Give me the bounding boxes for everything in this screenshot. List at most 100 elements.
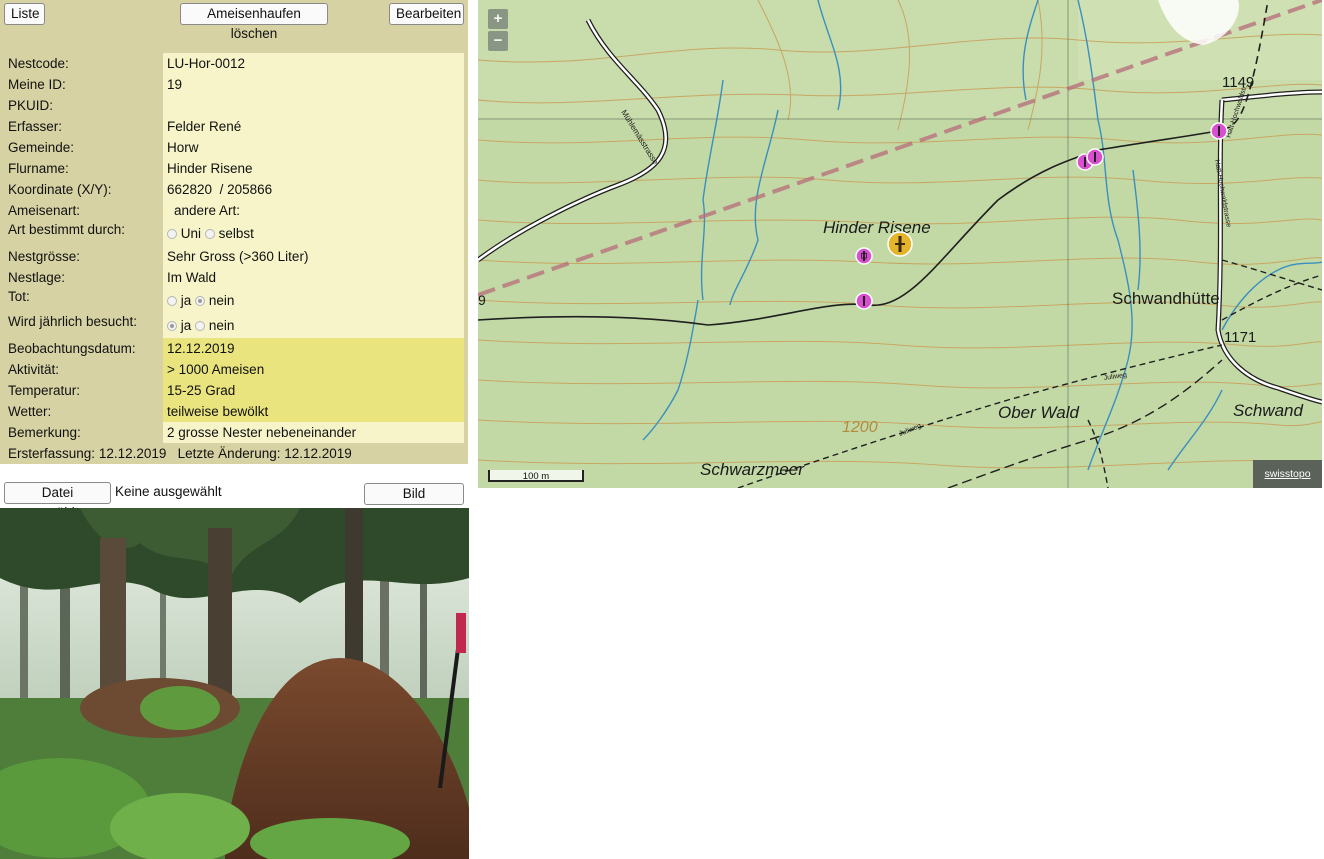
map-scale-bar: 100 m xyxy=(488,470,584,482)
dead-options: ja nein xyxy=(163,288,464,313)
row-my-id: Meine ID: 19 xyxy=(4,74,464,95)
radio-dead-nein-label: nein xyxy=(208,293,235,308)
dead-label: Tot: xyxy=(4,288,163,313)
label-ober-wald: Ober Wald xyxy=(998,403,1079,422)
radio-dead-ja[interactable] xyxy=(167,296,177,306)
species-label: Ameisenart: xyxy=(4,200,163,221)
visited-yearly-label: Wird jährlich besucht: xyxy=(4,313,163,338)
zoom-out-button[interactable]: − xyxy=(488,31,508,51)
determined-by-label: Art bestimmt durch: xyxy=(4,221,163,246)
row-coordinates: Koordinate (X/Y): 662820 / 205866 xyxy=(4,179,464,200)
radio-selbst[interactable] xyxy=(204,229,215,239)
field-name-label: Flurname: xyxy=(4,158,163,179)
swisstopo-attribution-link[interactable]: swisstopo xyxy=(1253,460,1322,488)
radio-visited-nein-label: nein xyxy=(208,318,235,333)
coordinates-value: 662820 / 205866 xyxy=(163,179,464,200)
row-visited-yearly: Wird jährlich besucht: ja nein xyxy=(4,313,464,338)
choose-file-button[interactable]: Datei auswählen xyxy=(4,482,111,520)
radio-selbst-label: selbst xyxy=(218,226,254,241)
remark-value: 2 grosse Nester nebeneinander xyxy=(163,422,464,443)
row-nestcode: Nestcode: LU-Hor-0012 xyxy=(4,53,464,74)
activity-label: Aktivität: xyxy=(4,359,163,380)
nest-detail-table: Nestcode: LU-Hor-0012 Meine ID: 19 PKUID… xyxy=(4,53,464,464)
delete-anthill-button[interactable]: Ameisenhaufen löschen xyxy=(180,3,328,41)
observation-date-value: 12.12.2019 xyxy=(163,338,464,359)
nest-location-label: Nestlage: xyxy=(4,267,163,288)
weather-value: teilweise bewölkt xyxy=(163,401,464,422)
topographic-map[interactable]: Hinder Risene Schwandhütte Ober Wald Sch… xyxy=(478,0,1322,488)
row-remark: Bemerkung: 2 grosse Nester nebeneinander xyxy=(4,422,464,443)
add-image-button[interactable]: Bild hinzufügen xyxy=(364,483,464,521)
radio-uni[interactable] xyxy=(167,229,177,239)
pkuid-label: PKUID: xyxy=(4,95,163,116)
nest-size-label: Nestgrösse: xyxy=(4,246,163,267)
map-marker-anthill[interactable] xyxy=(1210,122,1228,140)
species-text: andere Art: xyxy=(174,203,241,218)
label-elevation-1149: 1149 xyxy=(1222,74,1254,91)
radio-uni-label: Uni xyxy=(180,226,202,241)
label-edge-digit: 9 xyxy=(478,292,486,308)
row-recorder: Erfasser: Felder René xyxy=(4,116,464,137)
row-temperature: Temperatur: 15-25 Grad xyxy=(4,380,464,401)
label-schwarzmeer: Schwarzmeer xyxy=(700,460,805,479)
map-marker-anthill[interactable] xyxy=(1086,148,1104,166)
map-marker-anthill[interactable]: 🜷 xyxy=(855,247,873,265)
nestcode-label: Nestcode: xyxy=(4,53,163,74)
species-value: andere Art: xyxy=(163,200,464,221)
pkuid-value xyxy=(163,95,464,116)
recorder-label: Erfasser: xyxy=(4,116,163,137)
recorder-value: Felder René xyxy=(163,116,464,137)
observation-date-label: Beobachtungsdatum: xyxy=(4,338,163,359)
coordinate-separator: / xyxy=(219,182,224,197)
list-button[interactable]: Liste xyxy=(4,3,45,25)
municipality-label: Gemeinde: xyxy=(4,137,163,158)
temperature-value: 15-25 Grad xyxy=(163,380,464,401)
nest-size-value: Sehr Gross (>360 Liter) xyxy=(163,246,464,267)
anthill-photo xyxy=(0,508,469,859)
nestcode-value: LU-Hor-0012 xyxy=(163,53,464,74)
row-species: Ameisenart: andere Art: xyxy=(4,200,464,221)
created-value: 12.12.2019 xyxy=(98,446,167,461)
label-elevation-1200: 1200 xyxy=(842,419,878,436)
label-schwandhuette: Schwandhütte xyxy=(1112,289,1220,308)
label-hinder-risene: Hinder Risene xyxy=(823,218,931,237)
map-marker-anthill[interactable] xyxy=(855,292,873,310)
temperature-label: Temperatur: xyxy=(4,380,163,401)
radio-visited-nein[interactable] xyxy=(195,321,206,331)
label-elevation-1171: 1171 xyxy=(1224,329,1256,346)
map-canvas[interactable]: Hinder Risene Schwandhütte Ober Wald Sch… xyxy=(478,0,1322,488)
field-name-value: Hinder Risene xyxy=(163,158,464,179)
row-timestamps: Ersterfassung: 12.12.2019 Letzte Änderun… xyxy=(4,443,464,464)
row-observation-date: Beobachtungsdatum: 12.12.2019 xyxy=(4,338,464,359)
modified-label: Letzte Änderung: xyxy=(177,446,281,461)
created-label: Ersterfassung: xyxy=(8,446,96,461)
radio-dead-ja-label: ja xyxy=(180,293,192,308)
nest-location-value: Im Wald xyxy=(163,267,464,288)
my-id-value: 19 xyxy=(163,74,464,95)
row-municipality: Gemeinde: Horw xyxy=(4,137,464,158)
radio-visited-ja[interactable] xyxy=(167,321,177,331)
my-id-label: Meine ID: xyxy=(4,74,163,95)
row-pkuid: PKUID: xyxy=(4,95,464,116)
map-marker-selected-anthill[interactable] xyxy=(887,231,913,257)
row-weather: Wetter: teilweise bewölkt xyxy=(4,401,464,422)
radio-dead-nein[interactable] xyxy=(195,296,206,306)
weather-label: Wetter: xyxy=(4,401,163,422)
modified-value: 12.12.2019 xyxy=(284,446,352,461)
edit-button[interactable]: Bearbeiten xyxy=(389,3,464,25)
zoom-in-button[interactable]: + xyxy=(488,9,508,29)
row-nest-size: Nestgrösse: Sehr Gross (>360 Liter) xyxy=(4,246,464,267)
visited-yearly-options: ja nein xyxy=(163,313,464,338)
coordinate-x: 662820 xyxy=(167,182,213,197)
remark-label: Bemerkung: xyxy=(4,422,163,443)
label-schwand: Schwand xyxy=(1233,401,1303,420)
row-field-name: Flurname: Hinder Risene xyxy=(4,158,464,179)
file-status-text: Keine ausgewählt xyxy=(115,484,222,499)
row-activity: Aktivität: > 1000 Ameisen xyxy=(4,359,464,380)
timestamps: Ersterfassung: 12.12.2019 Letzte Änderun… xyxy=(4,443,464,464)
determined-by-options: Uni selbst xyxy=(163,221,464,246)
nest-detail-panel: Liste Ameisenhaufen löschen Bearbeiten N… xyxy=(0,0,468,464)
municipality-value: Horw xyxy=(163,137,464,158)
row-dead: Tot: ja nein xyxy=(4,288,464,313)
row-nest-location: Nestlage: Im Wald xyxy=(4,267,464,288)
